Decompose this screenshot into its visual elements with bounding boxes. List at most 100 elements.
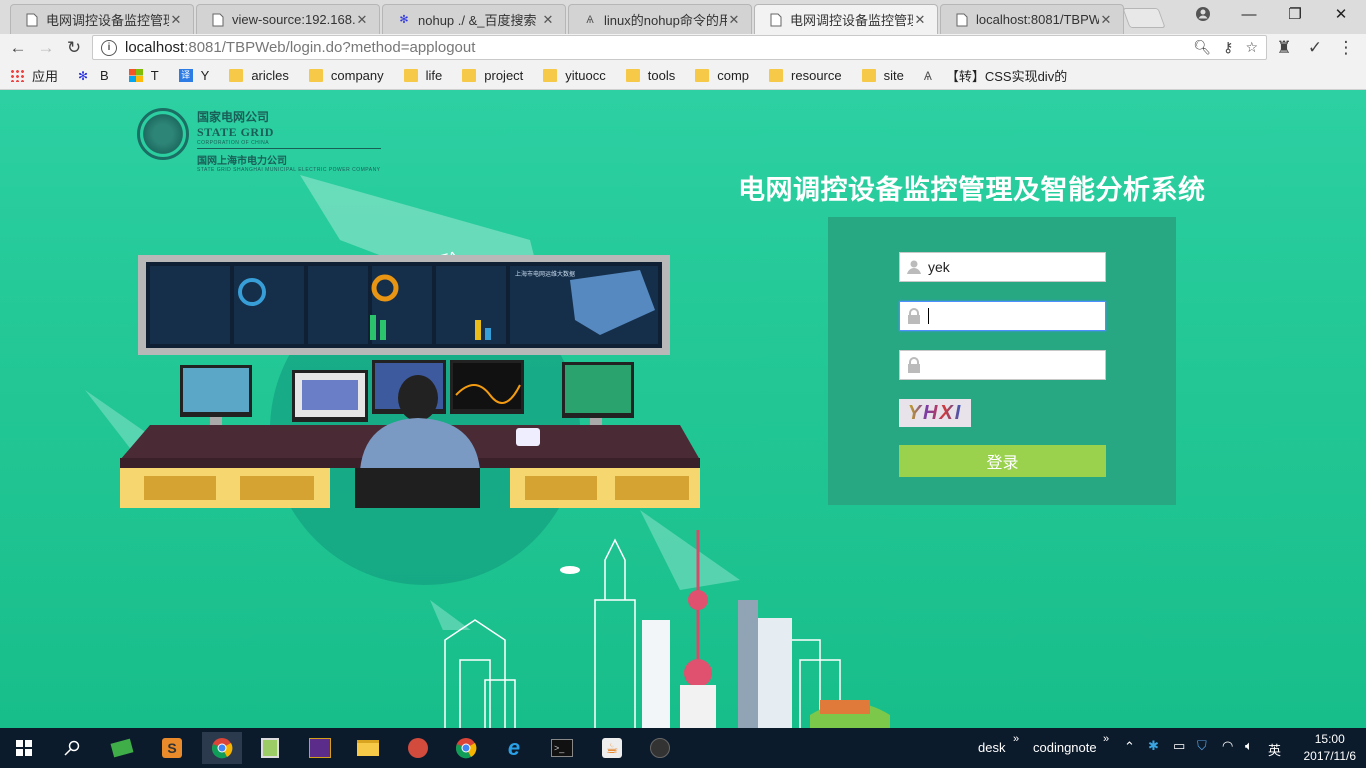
bookmark-label: company (330, 68, 384, 83)
chevron-icon[interactable]: » (1013, 733, 1019, 745)
extension-icon[interactable]: ♜ (1272, 36, 1296, 60)
back-button[interactable]: ← (6, 36, 30, 60)
map-title: 上海市电网运维大数据 (515, 270, 575, 278)
java-icon[interactable]: ☕ (596, 732, 628, 764)
chrome-icon[interactable] (450, 732, 482, 764)
zoom-icon[interactable]: 🔍︎ (1193, 39, 1211, 56)
close-icon[interactable]: ✕ (727, 12, 741, 28)
tray-device-icon[interactable]: ▭ (1173, 738, 1185, 754)
state-grid-emblem-icon (137, 108, 189, 160)
bookmark-item[interactable]: ✻ B (78, 68, 109, 83)
git-app-icon[interactable] (402, 732, 434, 764)
browser-tab[interactable]: view-source:192.168. ✕ (196, 4, 380, 34)
toolbar-desk[interactable]: desk (978, 740, 1005, 755)
apps-grid-icon (10, 69, 24, 82)
bookmark-folder[interactable]: resource (769, 68, 842, 83)
bookmark-folder[interactable]: project (462, 68, 523, 83)
windows-start-icon[interactable] (8, 732, 40, 764)
minimize-button[interactable]: — (1226, 0, 1272, 28)
browser-tab-active[interactable]: 电网调控设备监控管理 ✕ (754, 4, 938, 34)
site-icon: Ѧ (586, 13, 594, 26)
game-app-icon[interactable] (304, 732, 336, 764)
search-icon[interactable] (56, 732, 88, 764)
clock[interactable]: 15:00 2017/11/6 (1304, 731, 1357, 765)
file-explorer-icon[interactable] (352, 732, 384, 764)
lock-icon (906, 357, 922, 373)
menu-icon[interactable]: ⋮ (1334, 36, 1358, 60)
bookmark-item[interactable]: Ѧ 【转】CSS实现div的 (924, 66, 1067, 85)
bookmark-apps[interactable]: 应用 (10, 66, 58, 85)
url-path: :8081/TBPWeb/login.do?method=applogout (184, 39, 476, 56)
page-icon (769, 13, 783, 27)
close-icon[interactable]: ✕ (169, 12, 183, 28)
password-field[interactable] (899, 301, 1106, 331)
browser-tab[interactable]: Ѧ linux的nohup命令的用 ✕ (568, 4, 752, 34)
close-window-button[interactable]: ✕ (1318, 0, 1364, 28)
tab-title: linux的nohup命令的用 (604, 13, 727, 28)
ime-indicator[interactable]: 英 (1268, 740, 1281, 759)
close-icon[interactable]: ✕ (355, 12, 369, 28)
key-icon[interactable]: ⚷ (1223, 39, 1233, 56)
internet-explorer-icon[interactable]: e (498, 732, 530, 764)
login-page: 国家电网公司 STATE GRID CORPORATION OF CHINA 国… (0, 90, 1366, 728)
bookmark-label: yituocc (565, 68, 606, 83)
bookmark-folder[interactable]: company (308, 68, 384, 83)
bookmark-folder[interactable]: comp (695, 68, 749, 83)
profile-icon[interactable] (1180, 0, 1226, 28)
sublime-text-icon[interactable]: S (156, 732, 188, 764)
chrome-icon[interactable] (202, 732, 242, 764)
bookmark-label: comp (717, 68, 750, 83)
bookmark-folder[interactable]: site (861, 68, 904, 83)
star-icon[interactable]: ☆ (1245, 39, 1258, 56)
folder-icon (462, 69, 477, 82)
terminal-icon[interactable]: >_ (546, 732, 578, 764)
tab-title: 电网调控设备监控管理 (46, 13, 169, 28)
bookmark-item[interactable]: T (128, 68, 159, 83)
new-tab-button[interactable] (1122, 8, 1166, 28)
bookmark-folder[interactable]: tools (625, 68, 675, 83)
close-icon[interactable]: ✕ (1099, 12, 1113, 28)
shield-icon[interactable]: ⛉ (1197, 738, 1207, 754)
browser-tab[interactable]: ✻ nohup ./ &_百度搜索 ✕ (382, 4, 566, 34)
tray-app-icon[interactable]: ✱ (1148, 738, 1159, 754)
toolbar-codingnote[interactable]: codingnote (1033, 740, 1097, 755)
address-bar[interactable]: i localhost:8081/TBPWeb/login.do?method=… (92, 35, 1267, 60)
close-icon[interactable]: ✕ (541, 12, 555, 28)
tab-title: nohup ./ &_百度搜索 (418, 13, 537, 28)
url-host: localhost (125, 39, 185, 56)
reload-button[interactable]: ↻ (62, 36, 86, 60)
info-icon[interactable]: i (101, 39, 117, 56)
bookmark-folder[interactable]: yituocc (543, 68, 606, 83)
calculator-app-icon[interactable] (254, 732, 286, 764)
folder-icon (625, 69, 640, 82)
close-icon[interactable]: ✕ (913, 12, 927, 28)
login-button[interactable]: 登录 (899, 445, 1106, 477)
browser-tab[interactable]: 电网调控设备监控管理 ✕ (10, 4, 194, 34)
captcha-text: YHXI (907, 401, 963, 424)
city-skyline-illustration (444, 530, 890, 728)
bookmark-folder[interactable]: aricles (229, 68, 289, 83)
folder-icon (861, 69, 876, 82)
captcha-image[interactable]: YHXI (899, 399, 971, 427)
money-app-icon[interactable] (106, 732, 138, 764)
username-field[interactable]: yek (899, 252, 1106, 282)
forward-button[interactable]: → (34, 36, 58, 60)
browser-tab[interactable]: localhost:8081/TBPW ✕ (940, 4, 1124, 34)
folder-icon (229, 69, 244, 82)
volume-icon[interactable]: 🔈︎ (1245, 738, 1253, 754)
chevron-icon[interactable]: » (1103, 733, 1109, 745)
bookmark-item[interactable]: 译 Y (178, 68, 209, 83)
restore-button[interactable]: ❐ (1272, 0, 1318, 28)
show-hidden-icons-icon[interactable]: ⌃ (1124, 739, 1135, 755)
baidu-paw-icon: ✻ (399, 14, 409, 26)
captcha-field[interactable] (899, 350, 1106, 380)
translate-icon: 译 (178, 69, 193, 82)
tab-title: view-source:192.168. (232, 12, 355, 27)
checkmark-icon[interactable]: ✓ (1303, 36, 1327, 60)
app-icon[interactable] (644, 732, 676, 764)
tab-title: 电网调控设备监控管理 (790, 13, 913, 28)
wifi-icon[interactable]: ◠ (1222, 738, 1233, 754)
login-form: yek YHXI 登录 (828, 217, 1176, 505)
bookmark-folder[interactable]: life (403, 68, 442, 83)
logo-sub: CORPORATION OF CHINA (197, 140, 270, 146)
